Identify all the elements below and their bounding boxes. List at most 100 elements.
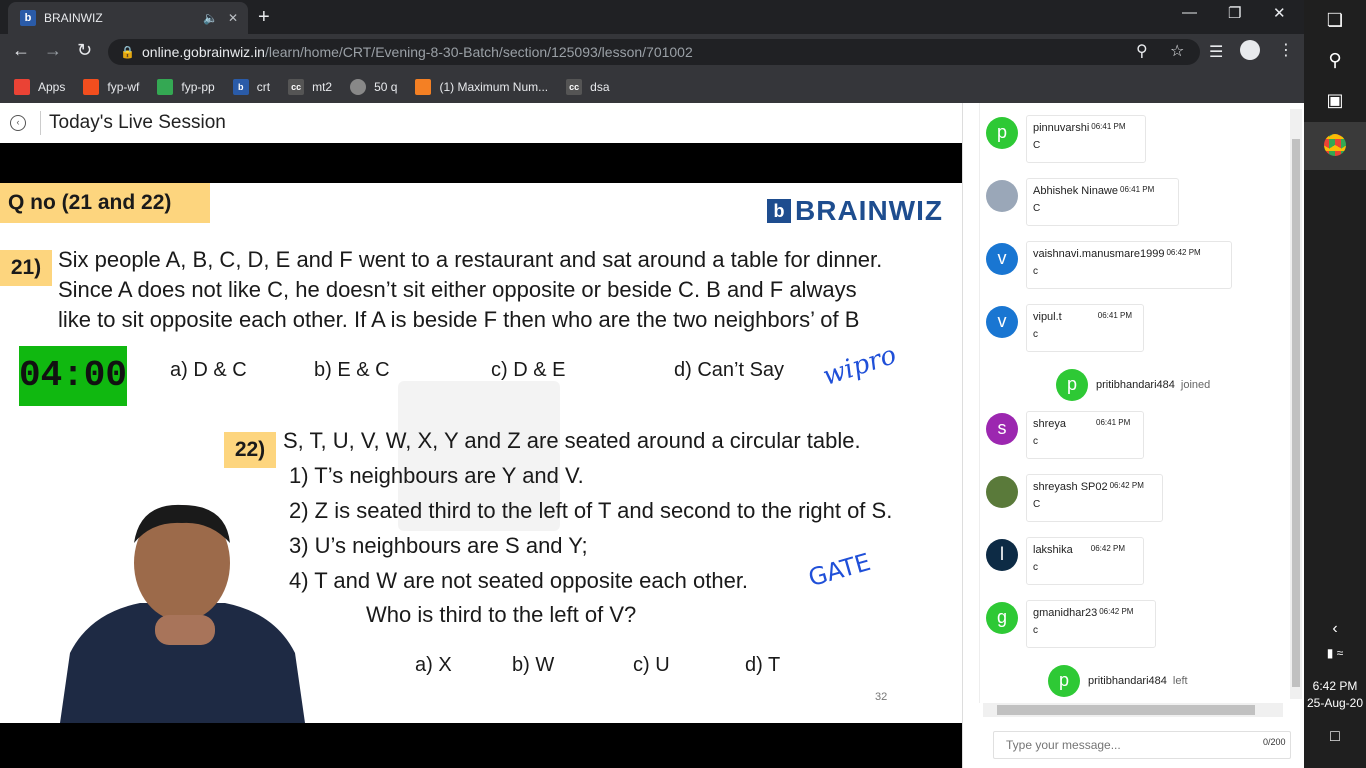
profile-avatar-icon[interactable] [1240,40,1260,60]
q21-line-1: Six people A, B, C, D, E and F went to a… [58,247,883,272]
event-action: left [1172,675,1188,687]
q21-option-d: d) Can’t Say [674,359,785,381]
url-host: online.gobrainwiz.in [142,44,265,60]
divider [40,111,41,135]
tab-close-icon[interactable]: ✕ [228,11,238,25]
reload-button[interactable]: ↻ [77,40,92,61]
avatar: p [1056,369,1088,401]
search-icon[interactable]: ⚲ [1304,50,1366,71]
q21-line-2: Since A does not like C, he doesn’t sit … [58,277,857,302]
cc-icon: cc [566,78,583,95]
sender-name: shreya [1033,418,1067,430]
close-window-button[interactable]: ✕ [1273,4,1286,22]
handwritten-note-gate: GATE [805,547,874,593]
q22-line-2: 1) T’s neighbours are Y and V. [289,463,584,488]
q22-option-a: a) X [415,654,452,676]
minimize-button[interactable]: — [1182,4,1197,21]
page-content: ‹ Today's Live Session Q no (21 and 22) … [0,103,1304,768]
countdown-timer: 04:00 [19,346,127,406]
restore-button[interactable]: ❐ [1228,4,1241,22]
q22-line-6: Who is third to the left of V? [366,602,637,627]
message-time: 06:41 PM [1091,122,1126,131]
windows-start-icon[interactable]: ❏ [1304,10,1366,31]
apps-grid-icon [14,78,30,95]
menu-kebab-icon[interactable]: ⋮ [1278,40,1294,60]
q22-badge: 22) [224,432,276,468]
chat-message-list[interactable]: p pinnuvarshi 06:41 PM C Abhishek Ninawe 0… [979,103,1291,703]
q21-option-c: c) D & E [491,359,566,381]
q21-line-3: like to sit opposite each other. If A is… [58,307,860,332]
scrollbar-thumb[interactable] [1292,139,1300,687]
avatar: s [986,413,1018,445]
bookmark-dsa[interactable]: cc dsa [566,78,610,95]
address-bar[interactable]: 🔒 online.gobrainwiz.in/learn/home/CRT/Ev… [108,39,1200,65]
new-tab-button[interactable]: + [258,6,270,29]
chat-panel: p pinnuvarshi 06:41 PM C Abhishek Ninawe 0… [962,103,1304,768]
message-text: c [1033,436,1038,447]
brainwiz-favicon-icon: b [20,10,36,26]
message-bubble: vaishnavi.manusmare1999 06:42 PM c [1026,241,1232,289]
message-bubble: Abhishek Ninawe 06:41 PM C [1026,178,1179,226]
clock-time[interactable]: 6:42 PM [1304,679,1366,693]
message-time: 06:41 PM [1097,311,1132,320]
message-bubble: shreya 06:41 PM c [1026,411,1144,459]
key-icon[interactable]: ⚲ [1136,39,1148,65]
message-time: 06:42 PM [1099,607,1134,616]
url-path: /learn/home/CRT/Evening-8-30-Batch/secti… [264,44,693,60]
back-button[interactable]: ← [12,40,30,61]
message-input[interactable] [993,731,1291,759]
chat-horizontal-scrollbar[interactable] [983,703,1283,717]
sender-name: vipul.t [1033,311,1062,323]
chevron-left-icon[interactable]: ‹ [1304,620,1366,638]
message-text: c [1033,329,1038,340]
handwritten-note-wipro: wipro [819,340,901,392]
figma-icon [83,78,100,95]
event-action: joined [1180,379,1211,391]
sender-name: pinnuvarshi [1033,122,1090,134]
event-user: pritibhandari484 [1096,379,1175,391]
bookmark-maximum-num[interactable]: (1) Maximum Num... [415,78,548,95]
message-bubble: pinnuvarshi 06:41 PM C [1026,115,1146,163]
media-control-icon[interactable]: ☰ [1209,42,1223,62]
sender-name: vaishnavi.manusmare1999 [1033,248,1165,260]
stackoverflow-icon [415,78,432,95]
bookmark-mt2[interactable]: cc mt2 [288,78,332,95]
task-view-icon[interactable]: ▣ [1304,90,1366,111]
q22-option-b: b) W [512,654,555,676]
video-player[interactable]: Q no (21 and 22) b BRAINWIZ 21) Six peop… [0,143,962,768]
message-bubble: vipul.t 06:41 PM c [1026,304,1144,352]
message-bubble: lakshika 06:42 PM c [1026,537,1144,585]
bookmark-apps[interactable]: Apps [14,78,65,95]
avatar-photo-icon [986,180,1018,212]
sender-name: shreyash SP02 [1033,481,1108,493]
tab-audio-icon[interactable]: 🔈 [203,11,218,25]
battery-wifi-icon[interactable]: ▮ ≈ [1304,646,1366,660]
bookmark-star-icon[interactable]: ☆ [1170,39,1184,65]
bookmark-crt[interactable]: b crt [232,78,270,95]
message-text: C [1033,499,1041,510]
avatar: l [986,539,1018,571]
chrome-taskbar-icon[interactable] [1304,122,1366,170]
message-time: 06:42 PM [1090,544,1125,553]
bookmark-50q[interactable]: 50 q [350,78,397,95]
back-arrow-icon[interactable]: ‹ [10,115,26,131]
avatar: p [986,117,1018,149]
clock-date[interactable]: 25-Aug-20 [1304,696,1366,710]
cc-icon: cc [288,78,305,95]
message-time: 06:41 PM [1120,185,1155,194]
scrollbar-thumb[interactable] [997,705,1255,715]
sender-name: lakshika [1033,544,1073,556]
lock-icon: 🔒 [120,45,135,59]
forward-button[interactable]: → [44,40,62,61]
chat-vertical-scrollbar[interactable] [1290,109,1302,699]
notification-icon[interactable]: □ [1304,728,1366,746]
bookmark-fyp-wf[interactable]: fyp-wf [83,78,139,95]
brainwiz-icon: b [232,78,249,95]
browser-tab[interactable]: b BRAINWIZ 🔈 ✕ [8,2,248,34]
browser-toolbar: ← → ↻ 🔒 online.gobrainwiz.in/learn/home/… [0,34,1304,70]
windows-taskbar: ❏ ⚲ ▣ ‹ ▮ ≈ 6:42 PM 25-Aug-20 □ [1304,0,1366,768]
bookmark-fyp-pp[interactable]: fyp-pp [157,78,215,95]
avatar-photo-icon [986,476,1018,508]
bookmarks-bar: Apps fyp-wf fyp-pp b crt cc mt2 50 q (1) M… [0,70,1304,103]
question-number-label: Q no (21 and 22) [0,183,210,223]
